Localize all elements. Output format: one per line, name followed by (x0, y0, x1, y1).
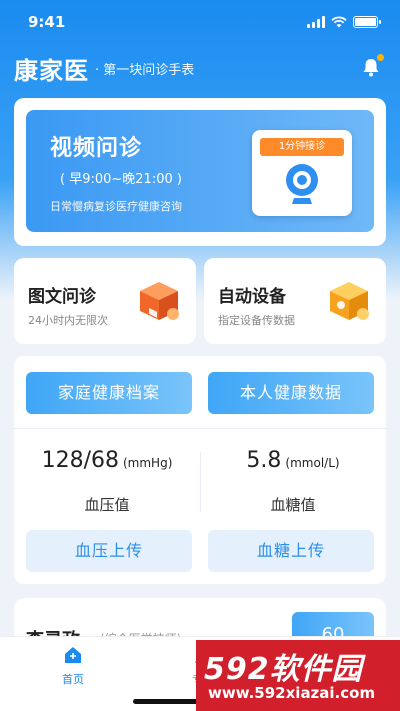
tab-home[interactable]: 首页 (48, 645, 98, 687)
health-data-card: 家庭健康档案 本人健康数据 128/68 (mmHg) 5.8 (mmol/L) 血… (14, 356, 386, 584)
status-time: 9:41 (28, 13, 66, 31)
divider (14, 428, 386, 429)
blood-sugar-label: 血糖值 (270, 496, 316, 514)
video-consult-desc: 日常慢病复诊医疗健康咨询 (50, 200, 182, 213)
status-bar: 9:41 (0, 0, 400, 44)
home-icon (65, 647, 81, 663)
upload-blood-pressure-button[interactable]: 血压上传 (26, 530, 192, 572)
blood-sugar-number: 5.8 (246, 448, 282, 473)
signal-icon (307, 16, 325, 28)
video-consult-banner[interactable]: 视频问诊 ( 早9:00~晚21:00 ) 日常慢病复诊医疗健康咨询 1分钟接诊 (26, 110, 374, 232)
image-text-consult-card[interactable]: 图文问诊 24小时内无限次 (14, 258, 196, 344)
app-slogan: · 第一块问诊手表 (95, 62, 195, 78)
image-text-consult-subtitle: 24小时内无限次 (28, 314, 108, 327)
auto-device-card[interactable]: 自动设备 指定设备传数据 (204, 258, 386, 344)
blood-sugar-value: 5.8 (mmol/L) (200, 448, 386, 473)
video-consult-title: 视频问诊 (50, 136, 143, 161)
blood-pressure-unit: (mmHg) (123, 456, 173, 470)
device-cube-icon (330, 282, 369, 320)
family-health-records-button[interactable]: 家庭健康档案 (26, 372, 192, 414)
site-watermark: 592软件园 www.592xiazai.com (196, 640, 400, 711)
app-header: 康家医 · 第一块问诊手表 (14, 50, 386, 86)
watermark-url: www.592xiazai.com (208, 684, 376, 702)
watermark-brand: 592软件园 (204, 652, 363, 687)
personal-health-data-button[interactable]: 本人健康数据 (208, 372, 374, 414)
quick-response-badge: 1分钟接诊 (260, 138, 344, 156)
blood-pressure-value: 128/68 (mmHg) (14, 448, 200, 473)
blood-pressure-label: 血压值 (84, 496, 130, 514)
notification-dot (377, 54, 384, 61)
video-consult-hours: ( 早9:00~晚21:00 ) (60, 172, 182, 187)
upload-blood-sugar-button[interactable]: 血糖上传 (208, 530, 374, 572)
monitor-illustration: 1分钟接诊 (252, 130, 352, 216)
auto-device-subtitle: 指定设备传数据 (218, 314, 295, 327)
image-text-consult-title: 图文问诊 (28, 287, 96, 307)
chat-cube-icon (140, 282, 179, 320)
battery-icon (353, 16, 381, 28)
status-icons (307, 16, 381, 28)
wifi-icon (331, 16, 347, 28)
app-logo: 康家医 (14, 55, 89, 85)
blood-sugar-unit: (mmol/L) (285, 456, 340, 470)
webcam-icon (286, 164, 318, 204)
tab-home-label: 首页 (62, 673, 84, 686)
auto-device-title: 自动设备 (218, 287, 286, 307)
blood-pressure-number: 128/68 (41, 448, 119, 473)
video-consult-card[interactable]: 视频问诊 ( 早9:00~晚21:00 ) 日常慢病复诊医疗健康咨询 1分钟接诊 (14, 98, 386, 246)
